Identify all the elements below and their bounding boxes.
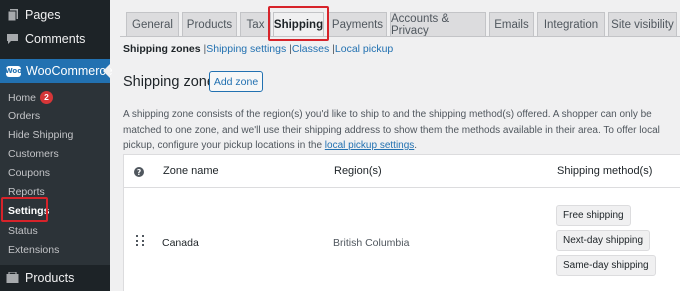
submenu-item-extensions[interactable]: Extensions xyxy=(8,244,59,256)
subnav-local-pickup[interactable]: Local pickup xyxy=(335,43,393,55)
woocommerce-submenu: Home 2 Orders Hide Shipping Customers Cou… xyxy=(0,83,110,265)
shipping-method-badge: Next-day shipping xyxy=(556,230,651,251)
sidebar-item-products[interactable]: Products xyxy=(0,265,110,291)
comments-icon xyxy=(0,33,25,45)
local-pickup-settings-link[interactable]: local pickup settings xyxy=(325,140,415,151)
pages-icon xyxy=(0,8,25,22)
zone-name: Canada xyxy=(162,237,199,249)
page-description: A shipping zone consists of the region(s… xyxy=(123,107,663,154)
submenu-item-hide-shipping[interactable]: Hide Shipping xyxy=(8,129,73,141)
submenu-item-home[interactable]: Home 2 xyxy=(8,91,54,104)
main-content: General Products Tax Shipping Payments A… xyxy=(110,0,680,291)
page-title: Shipping zones xyxy=(123,74,223,90)
tab-general[interactable]: General xyxy=(126,12,179,36)
column-header-zone-name: Zone name xyxy=(163,165,219,177)
tabs-divider xyxy=(120,36,680,37)
woocommerce-logo-icon: Woo xyxy=(4,65,23,77)
submenu-item-customers[interactable]: Customers xyxy=(8,148,59,160)
add-zone-button[interactable]: Add zone xyxy=(209,71,263,92)
shipping-zones-table: ? Zone name Region(s) Shipping method(s)… xyxy=(123,154,680,291)
sidebar-item-comments[interactable]: Comments xyxy=(0,27,110,51)
current-menu-arrow-icon xyxy=(103,64,110,78)
tab-emails[interactable]: Emails xyxy=(489,12,534,36)
subnav-classes[interactable]: Classes xyxy=(292,43,329,55)
sidebar-item-pages[interactable]: Pages xyxy=(0,3,110,27)
sidebar-item-label: Products xyxy=(25,271,75,285)
zone-region: British Columbia xyxy=(333,237,410,249)
shipping-method-badge: Same-day shipping xyxy=(556,255,656,276)
tab-integration[interactable]: Integration xyxy=(537,12,605,36)
submenu-item-orders[interactable]: Orders xyxy=(8,110,40,122)
admin-sidebar: Pages Comments Woo WooCommerce Home 2 Ord… xyxy=(0,0,113,291)
submenu-item-label: Home xyxy=(8,92,37,104)
drag-handle-icon[interactable] xyxy=(136,235,145,247)
sidebar-item-label: WooCommerce xyxy=(26,64,113,78)
table-row[interactable]: Canada British Columbia Free shipping Ne… xyxy=(124,189,680,291)
tab-accounts-privacy[interactable]: Accounts & Privacy xyxy=(390,12,486,37)
notification-badge: 2 xyxy=(40,91,54,104)
shipping-method-badge: Free shipping xyxy=(556,205,631,226)
tab-payments[interactable]: Payments xyxy=(328,12,387,36)
column-header-shipping-methods: Shipping method(s) xyxy=(557,165,653,177)
tab-site-visibility[interactable]: Site visibility xyxy=(608,12,677,36)
sidebar-item-woocommerce[interactable]: Woo WooCommerce xyxy=(0,59,113,83)
help-icon[interactable]: ? xyxy=(134,167,144,177)
subsection-nav: Shipping zones |Shipping settings |Class… xyxy=(123,43,393,55)
sidebar-item-label: Pages xyxy=(25,8,61,22)
tab-products[interactable]: Products xyxy=(182,12,237,36)
subnav-shipping-zones[interactable]: Shipping zones xyxy=(123,43,201,55)
tab-tax[interactable]: Tax xyxy=(240,12,271,36)
shipping-tab-highlight-box xyxy=(268,6,329,41)
description-end: . xyxy=(414,140,418,151)
settings-highlight-box xyxy=(1,197,48,222)
submenu-item-status[interactable]: Status xyxy=(8,225,38,237)
sidebar-item-label: Comments xyxy=(25,32,86,46)
table-header: ? Zone name Region(s) Shipping method(s) xyxy=(124,155,680,188)
products-icon xyxy=(0,272,25,284)
subnav-shipping-settings[interactable]: Shipping settings xyxy=(206,43,286,55)
column-header-regions: Region(s) xyxy=(334,165,382,177)
submenu-item-coupons[interactable]: Coupons xyxy=(8,167,50,179)
